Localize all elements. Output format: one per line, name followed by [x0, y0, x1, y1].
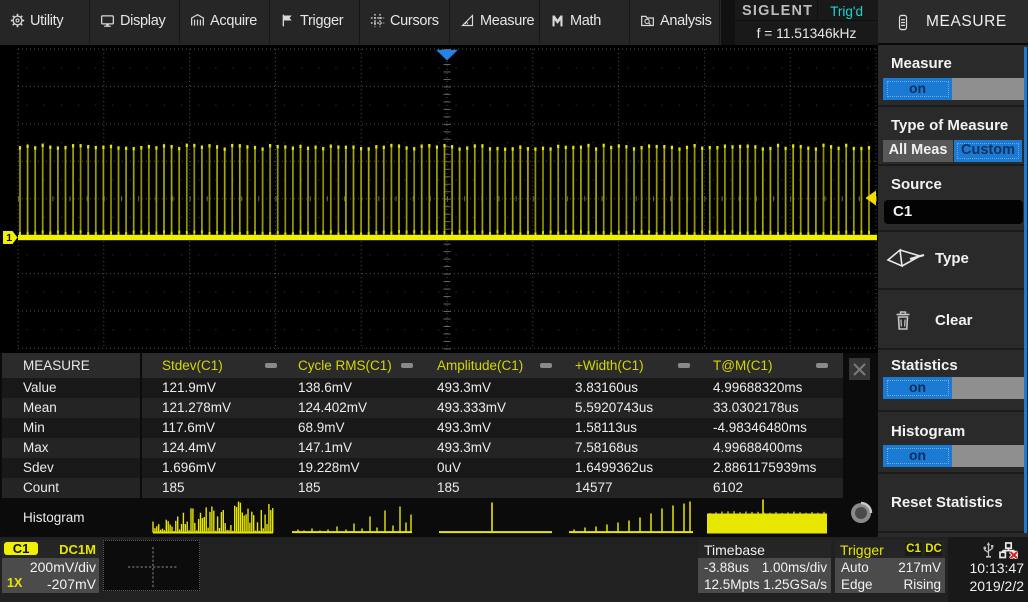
svg-text:1: 1: [6, 232, 12, 244]
